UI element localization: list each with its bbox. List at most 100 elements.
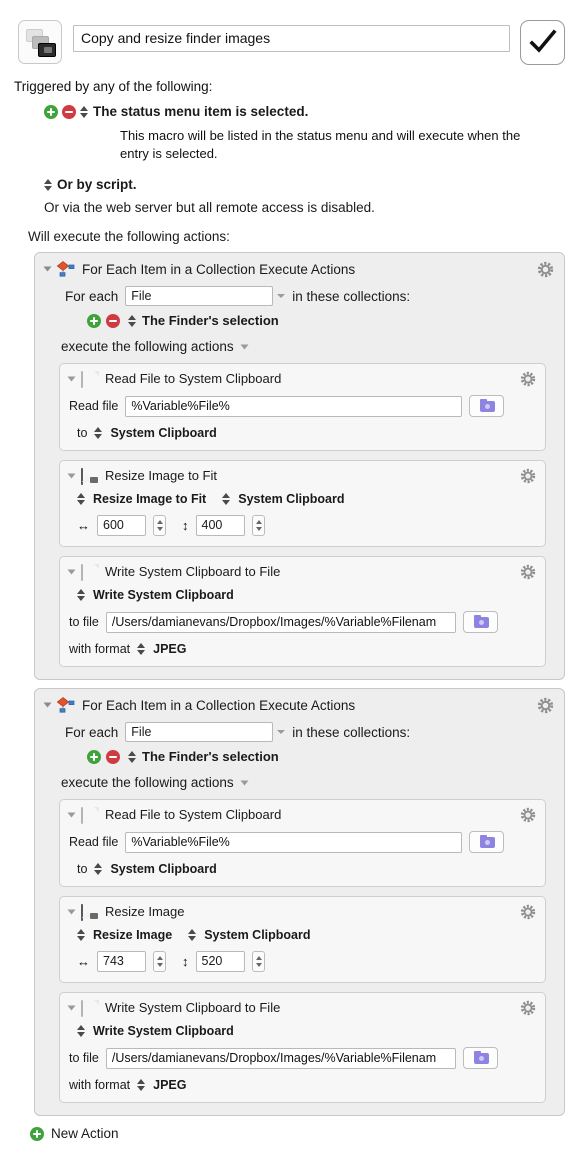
document-icon — [81, 806, 98, 824]
action-card[interactable]: Resize Image to Fit Resize Image to Fit Sy… — [59, 460, 546, 547]
action-card[interactable]: Resize Image Resize Image System Clipboard… — [59, 896, 546, 983]
for-each-group[interactable]: For Each Item in a Collection Execute Ac… — [34, 688, 565, 1116]
gear-icon[interactable] — [520, 468, 536, 484]
action-title: Read File to System Clipboard — [105, 371, 282, 386]
gear-icon[interactable] — [537, 697, 554, 714]
action-card[interactable]: Write System Clipboard to File Write Syst… — [59, 992, 546, 1103]
collection-value[interactable]: The Finder's selection — [142, 749, 279, 764]
gear-icon[interactable] — [520, 371, 536, 387]
height-stepper[interactable] — [251, 951, 265, 972]
execute-actions-row: execute the following actions — [61, 339, 554, 354]
format-value[interactable]: JPEG — [153, 1078, 186, 1092]
read-file-input[interactable]: %Variable%File% — [125, 395, 463, 417]
for-each-group[interactable]: For Each Item in a Collection Execute Ac… — [34, 252, 565, 680]
disclosure-triangle-icon[interactable] — [43, 702, 52, 708]
up-down-stepper-icon[interactable] — [80, 105, 89, 119]
up-down-stepper-icon[interactable] — [128, 750, 137, 764]
up-down-stepper-icon[interactable] — [128, 314, 137, 328]
write-source-value[interactable]: Write System Clipboard — [93, 588, 234, 602]
format-value[interactable]: JPEG — [153, 642, 186, 656]
trigger-label[interactable]: The status menu item is selected. — [93, 104, 308, 119]
image-icon — [81, 903, 98, 921]
width-stepper[interactable] — [153, 951, 166, 972]
action-card[interactable]: Write System Clipboard to File Write Syst… — [59, 556, 546, 667]
read-file-input[interactable]: %Variable%File% — [125, 831, 463, 853]
height-stepper[interactable] — [251, 515, 265, 536]
screen-shape-front — [38, 43, 56, 57]
gear-icon[interactable] — [537, 261, 554, 278]
disclosure-triangle-icon[interactable] — [240, 780, 249, 785]
confirm-button[interactable] — [520, 20, 565, 65]
up-down-stepper-icon[interactable] — [94, 862, 103, 876]
up-down-stepper-icon[interactable] — [137, 1078, 146, 1092]
trigger-description: This macro will be listed in the status … — [120, 128, 521, 161]
for-each-type-select[interactable]: File — [125, 722, 286, 742]
collection-value[interactable]: The Finder's selection — [142, 313, 279, 328]
disclosure-triangle-icon[interactable] — [67, 473, 76, 478]
disclosure-triangle-icon[interactable] — [67, 909, 76, 914]
up-down-stepper-icon[interactable] — [94, 426, 103, 440]
resize-mode-value[interactable]: Resize Image to Fit — [93, 492, 206, 506]
up-down-stepper-icon[interactable] — [44, 178, 53, 192]
write-file-input[interactable]: /Users/damianevans/Dropbox/Images/%Varia… — [105, 611, 456, 633]
gear-icon[interactable] — [520, 904, 536, 920]
destination-value[interactable]: System Clipboard — [110, 862, 216, 876]
macro-header: Copy and resize finder images — [0, 0, 577, 65]
action-card[interactable]: Read File to System Clipboard Read file %V… — [59, 799, 546, 887]
action-card[interactable]: Read File to System Clipboard Read file %V… — [59, 363, 546, 451]
disclosure-triangle-icon[interactable] — [67, 569, 76, 574]
triggers-heading: Triggered by any of the following: — [14, 79, 213, 94]
up-down-stepper-icon[interactable] — [137, 642, 146, 656]
up-down-stepper-icon[interactable] — [77, 928, 86, 942]
resize-source-value[interactable]: System Clipboard — [238, 492, 344, 506]
up-down-stepper-icon[interactable] — [77, 1024, 86, 1038]
resize-source-value[interactable]: System Clipboard — [204, 928, 310, 942]
action-title: Write System Clipboard to File — [105, 564, 281, 579]
for-each-label: For each — [65, 724, 119, 740]
trigger-label[interactable]: Or by script. — [57, 177, 137, 192]
in-collections-label: in these collections: — [292, 724, 411, 740]
minus-circle-icon[interactable] — [62, 104, 76, 119]
disclosure-triangle-icon[interactable] — [67, 812, 76, 817]
stacked-screens-icon[interactable] — [18, 20, 62, 64]
minus-circle-icon[interactable] — [106, 749, 120, 764]
destination-value[interactable]: System Clipboard — [110, 426, 216, 440]
new-action-label: New Action — [51, 1126, 119, 1141]
up-down-stepper-icon[interactable] — [77, 588, 86, 602]
gear-icon[interactable] — [520, 1000, 536, 1016]
width-input[interactable]: 743 — [97, 951, 146, 972]
up-down-stepper-icon[interactable] — [188, 928, 197, 942]
new-action-button[interactable]: New Action — [30, 1126, 577, 1141]
plus-circle-icon[interactable] — [87, 749, 101, 764]
browse-folder-button[interactable] — [462, 1047, 498, 1069]
browse-folder-button[interactable] — [469, 395, 505, 417]
folder-icon — [473, 614, 489, 628]
disclosure-triangle-icon[interactable] — [240, 344, 249, 349]
action-header: Resize Image to Fit — [67, 467, 536, 485]
disclosure-triangle-icon[interactable] — [67, 1005, 76, 1010]
plus-circle-icon[interactable] — [44, 104, 58, 119]
width-stepper[interactable] — [153, 515, 166, 536]
browse-folder-button[interactable] — [469, 831, 505, 853]
action-title: Write System Clipboard to File — [105, 1000, 281, 1015]
browse-folder-button[interactable] — [462, 611, 498, 633]
plus-circle-icon[interactable] — [30, 1126, 44, 1141]
macro-title-input[interactable]: Copy and resize finder images — [73, 25, 510, 52]
height-input[interactable]: 400 — [195, 515, 245, 536]
height-input[interactable]: 520 — [195, 951, 245, 972]
macro-editor-window: Copy and resize finder images Triggered … — [0, 0, 577, 1163]
plus-circle-icon[interactable] — [87, 313, 101, 328]
write-source-value[interactable]: Write System Clipboard — [93, 1024, 234, 1038]
up-down-stepper-icon[interactable] — [222, 492, 231, 506]
minus-circle-icon[interactable] — [106, 313, 120, 328]
disclosure-triangle-icon[interactable] — [43, 266, 52, 272]
vertical-arrow-icon: ↕ — [182, 954, 189, 969]
up-down-stepper-icon[interactable] — [77, 492, 86, 506]
disclosure-triangle-icon[interactable] — [67, 376, 76, 381]
gear-icon[interactable] — [520, 564, 536, 580]
write-file-input[interactable]: /Users/damianevans/Dropbox/Images/%Varia… — [105, 1047, 456, 1069]
gear-icon[interactable] — [520, 807, 536, 823]
resize-mode-value[interactable]: Resize Image — [93, 928, 172, 942]
width-input[interactable]: 600 — [97, 515, 146, 536]
for-each-type-select[interactable]: File — [125, 286, 286, 306]
